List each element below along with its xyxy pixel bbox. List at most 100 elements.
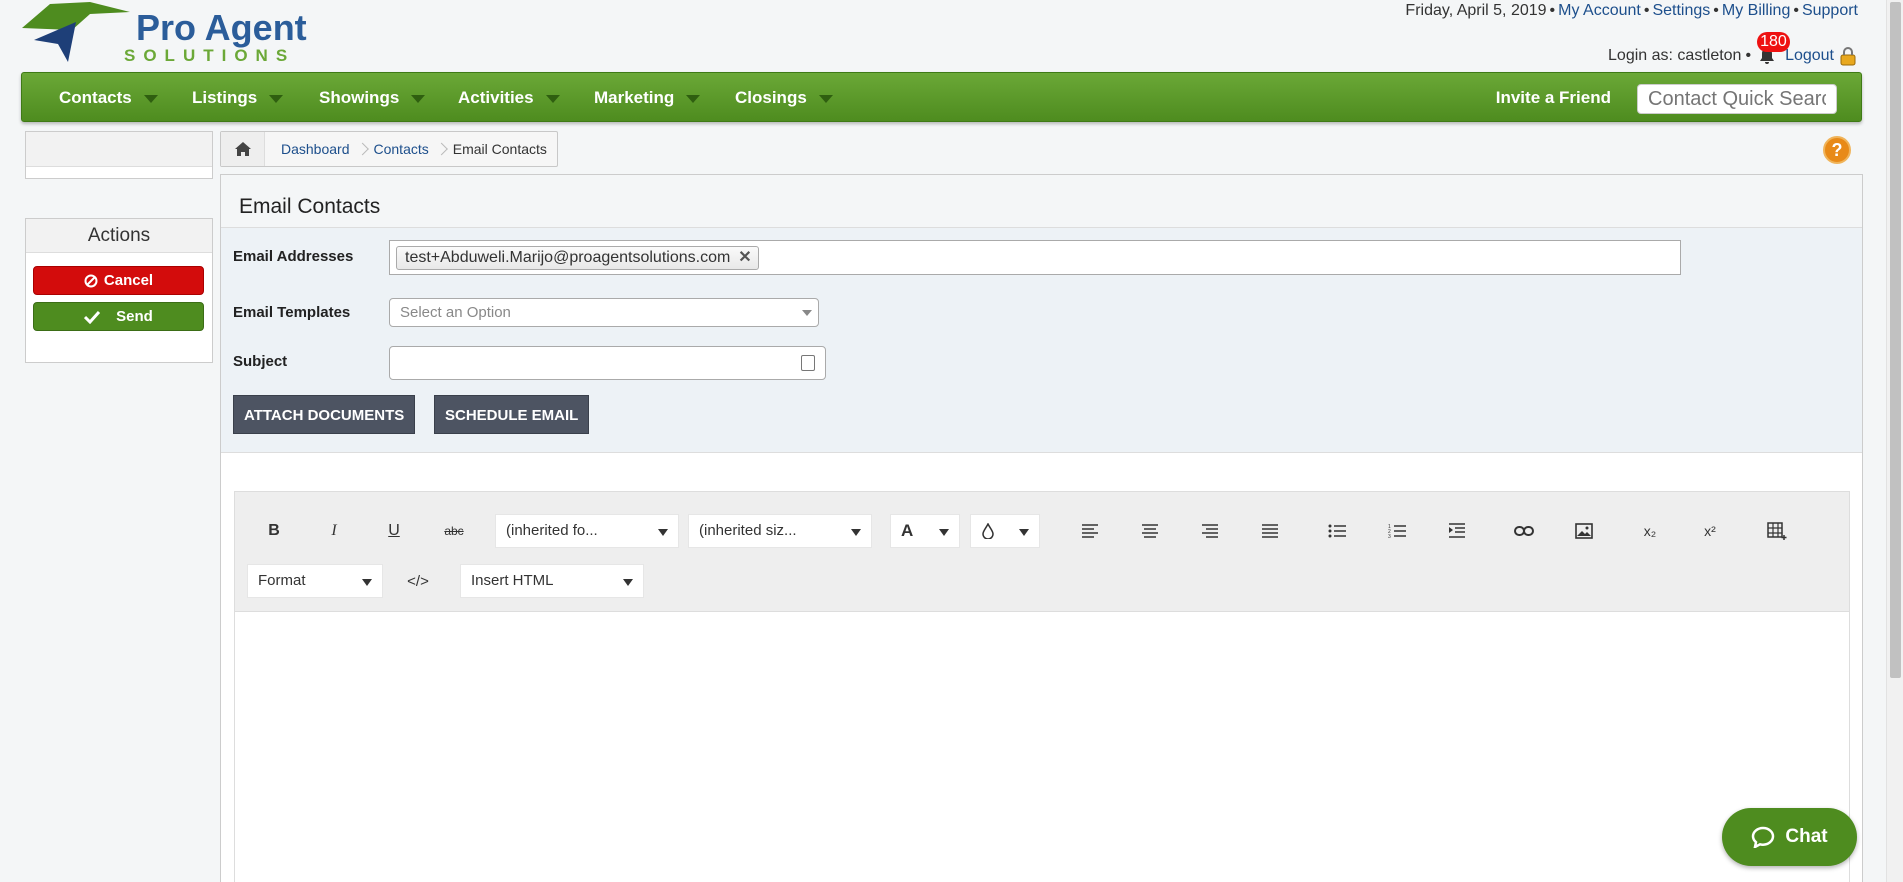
chat-button[interactable]: Chat xyxy=(1722,808,1857,866)
align-right-icon xyxy=(1202,524,1218,538)
page-title: Email Contacts xyxy=(221,175,1862,228)
email-addresses-field[interactable]: test+Abduweli.Marijo@proagentsolutions.c… xyxy=(389,240,1681,275)
chevron-down-icon xyxy=(1019,529,1029,536)
my-account-link[interactable]: My Account xyxy=(1558,2,1641,19)
actions-title: Actions xyxy=(26,219,212,253)
editor-toolbar: B I U abc (inherited fo... (inherited si… xyxy=(235,492,1849,612)
home-button[interactable] xyxy=(221,132,265,166)
chevron-down-icon xyxy=(802,310,812,316)
align-justify-icon xyxy=(1262,524,1278,538)
notification-badge: 180 xyxy=(1757,32,1790,52)
chevron-down-icon xyxy=(269,94,284,103)
bulleted-list-button[interactable] xyxy=(1322,514,1352,548)
help-icon[interactable]: ? xyxy=(1823,136,1851,164)
attach-documents-button[interactable]: ATTACH DOCUMENTS xyxy=(233,395,416,434)
ban-icon xyxy=(84,274,98,287)
nav-activities[interactable]: Activities xyxy=(458,73,560,123)
email-templates-label: Email Templates xyxy=(233,304,351,321)
editor-body[interactable] xyxy=(235,612,1849,882)
chevron-down-icon xyxy=(686,94,701,103)
font-color-select[interactable]: A xyxy=(890,514,960,548)
subject-input[interactable] xyxy=(389,346,826,380)
top-links: Friday, April 5, 2019 • My Account • Setting… xyxy=(1405,2,1858,19)
cancel-button[interactable]: Cancel xyxy=(33,266,204,295)
table-icon xyxy=(1767,522,1787,540)
link-icon xyxy=(1514,526,1534,536)
align-left-icon xyxy=(1082,524,1098,538)
align-justify-button[interactable] xyxy=(1255,514,1285,548)
strikethrough-button[interactable]: abc xyxy=(439,514,469,548)
current-date: Friday, April 5, 2019 xyxy=(1405,2,1547,19)
background-color-select[interactable] xyxy=(970,514,1040,548)
breadcrumb-dashboard[interactable]: Dashboard xyxy=(265,141,358,157)
settings-link[interactable]: Settings xyxy=(1652,2,1710,19)
bold-button[interactable]: B xyxy=(259,514,289,548)
insert-link-button[interactable] xyxy=(1509,514,1539,548)
image-icon xyxy=(1575,523,1593,539)
code-view-button[interactable]: </> xyxy=(400,564,436,598)
house-logo-icon: Pro Agent SOLUTIONS xyxy=(22,2,307,65)
email-body-editor: B I U abc (inherited fo... (inherited si… xyxy=(234,491,1850,882)
email-contacts-panel: Email Contacts Email Addresses test+Abdu… xyxy=(220,174,1863,882)
contact-card-icon[interactable] xyxy=(801,355,815,371)
remove-tag-icon[interactable]: ✕ xyxy=(738,249,751,266)
format-select[interactable]: Format xyxy=(247,564,383,598)
numbered-list-button[interactable]: 123 xyxy=(1382,514,1412,548)
insert-table-button[interactable] xyxy=(1762,514,1792,548)
align-right-button[interactable] xyxy=(1195,514,1225,548)
breadcrumb: Dashboard Contacts Email Contacts xyxy=(220,131,558,167)
logout-link[interactable]: Logout xyxy=(1785,47,1834,65)
my-billing-link[interactable]: My Billing xyxy=(1722,2,1790,19)
bulleted-list-icon xyxy=(1328,524,1346,538)
email-form: Email Addresses test+Abduweli.Marijo@pro… xyxy=(221,228,1862,453)
indent-button[interactable] xyxy=(1442,514,1472,548)
brand-logo[interactable]: Pro Agent SOLUTIONS xyxy=(20,0,340,68)
nav-closings[interactable]: Closings xyxy=(735,73,833,123)
left-info-panel xyxy=(25,131,213,179)
align-left-button[interactable] xyxy=(1075,514,1105,548)
contact-quick-search-input[interactable] xyxy=(1637,84,1837,114)
checkmark-icon xyxy=(84,310,101,324)
italic-button[interactable]: I xyxy=(319,514,349,548)
support-link[interactable]: Support xyxy=(1802,2,1858,19)
nav-listings[interactable]: Listings xyxy=(192,73,284,123)
actions-panel: Actions Cancel Send xyxy=(25,218,213,363)
send-button[interactable]: Send xyxy=(33,302,204,331)
brand-name: Pro Agent xyxy=(136,7,307,48)
page-scrollbar[interactable] xyxy=(1886,0,1903,882)
font-size-select[interactable]: (inherited siz... xyxy=(688,514,872,548)
chevron-down-icon xyxy=(362,579,372,586)
email-templates-select[interactable]: Select an Option xyxy=(389,298,819,327)
align-center-button[interactable] xyxy=(1135,514,1165,548)
underline-button[interactable]: U xyxy=(379,514,409,548)
font-family-select[interactable]: (inherited fo... xyxy=(495,514,679,548)
scrollbar-thumb[interactable] xyxy=(1890,2,1901,678)
superscript-button[interactable]: x² xyxy=(1695,514,1725,548)
chevron-down-icon xyxy=(143,94,158,103)
breadcrumb-email-contacts: Email Contacts xyxy=(437,141,555,157)
main-nav: Contacts Listings Showings Activities Ma… xyxy=(21,72,1862,122)
schedule-email-button[interactable]: SCHEDULE EMAIL xyxy=(434,395,590,434)
notifications-button[interactable]: 180 xyxy=(1757,32,1790,66)
nav-contacts[interactable]: Contacts xyxy=(59,73,158,123)
insert-image-button[interactable] xyxy=(1569,514,1599,548)
brand-tagline: SOLUTIONS xyxy=(124,46,295,65)
chevron-down-icon xyxy=(939,529,949,536)
nav-showings[interactable]: Showings xyxy=(319,73,426,123)
lock-icon xyxy=(1840,47,1856,66)
subscript-button[interactable]: x₂ xyxy=(1635,514,1665,548)
subject-label: Subject xyxy=(233,353,288,370)
nav-marketing[interactable]: Marketing xyxy=(594,73,701,123)
chevron-down-icon xyxy=(818,94,833,103)
email-tag: test+Abduweli.Marijo@proagentsolutions.c… xyxy=(396,246,759,270)
invite-friend-link[interactable]: Invite a Friend xyxy=(1496,73,1611,123)
email-addresses-label: Email Addresses xyxy=(233,248,354,265)
breadcrumb-contacts[interactable]: Contacts xyxy=(358,141,437,157)
insert-html-select[interactable]: Insert HTML xyxy=(460,564,644,598)
droplet-icon xyxy=(982,522,994,540)
numbered-list-icon: 123 xyxy=(1388,524,1406,539)
chevron-down-icon xyxy=(411,94,426,103)
chat-bubble-icon xyxy=(1752,826,1775,848)
svg-text:3: 3 xyxy=(1388,534,1391,539)
chevron-down-icon xyxy=(658,529,668,536)
